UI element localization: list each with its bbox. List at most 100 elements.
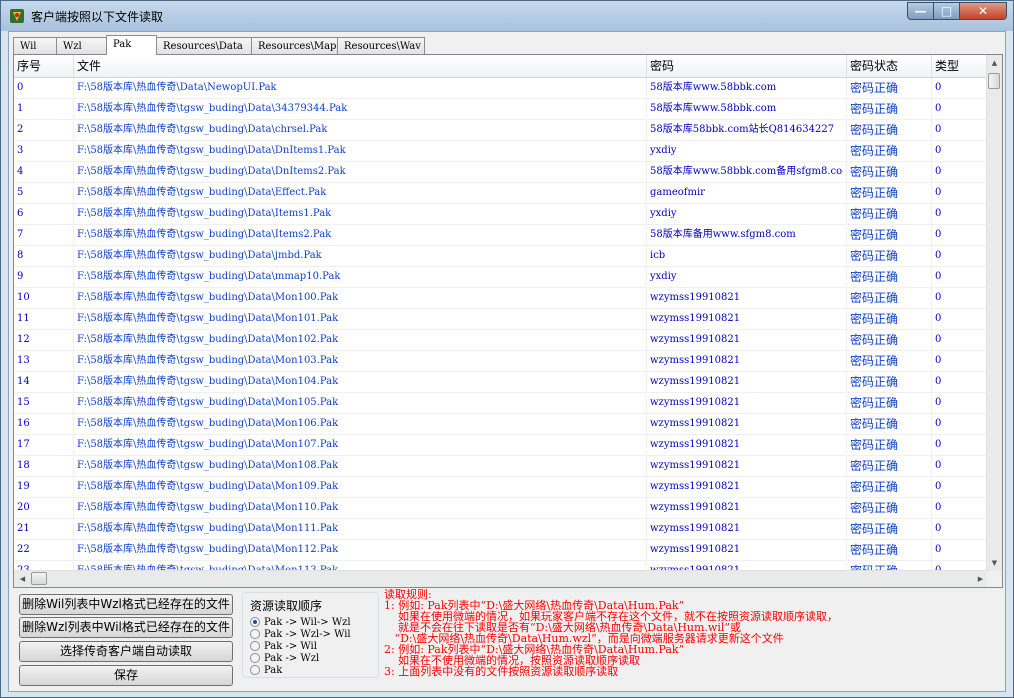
table-row[interactable]: 7 F:\58版本库\热血传奇\tgsw_buding\Data\Items2.P… bbox=[14, 225, 989, 246]
tab-resources-data[interactable]: Resources\Data bbox=[156, 37, 252, 54]
table-row[interactable]: 9 F:\58版本库\热血传奇\tgsw_buding\Data\mmap10.P… bbox=[14, 267, 989, 288]
table-row[interactable]: 17 F:\58版本库\热血传奇\tgsw_buding\Data\Mon107.… bbox=[14, 435, 989, 456]
cell-file: F:\58版本库\热血传奇\tgsw_buding\Data\Effect.Pa… bbox=[74, 183, 647, 203]
cell-type: 0 bbox=[932, 330, 989, 350]
table-row[interactable]: 14 F:\58版本库\热血传奇\tgsw_buding\Data\Mon104.… bbox=[14, 372, 989, 393]
table-row[interactable]: 8 F:\58版本库\热血传奇\tgsw_buding\Data\jmbd.Pak… bbox=[14, 246, 989, 267]
cell-index: 3 bbox=[14, 141, 74, 161]
cell-password: wzymss19910821 bbox=[647, 330, 847, 350]
header-password[interactable]: 密码 bbox=[647, 55, 847, 77]
cell-file: F:\58版本库\热血传奇\tgsw_buding\Data\Mon107.Pa… bbox=[74, 435, 647, 455]
table-row[interactable]: 16 F:\58版本库\热血传奇\tgsw_buding\Data\Mon106.… bbox=[14, 414, 989, 435]
header-file[interactable]: 文件 bbox=[74, 55, 647, 77]
cell-file: F:\58版本库\热血传奇\tgsw_buding\Data\Mon102.Pa… bbox=[74, 330, 647, 350]
tab-resources-map[interactable]: Resources\Map bbox=[251, 37, 338, 54]
cell-password-status: 密码正确 bbox=[847, 351, 932, 371]
cell-password-status: 密码正确 bbox=[847, 183, 932, 203]
vertical-scrollbar[interactable]: ▲ ▼ bbox=[986, 55, 1002, 572]
cell-password: wzymss19910821 bbox=[647, 519, 847, 539]
cell-type: 0 bbox=[932, 246, 989, 266]
cell-password-status: 密码正确 bbox=[847, 456, 932, 476]
table-row[interactable]: 1 F:\58版本库\热血传奇\tgsw_buding\Data\34379344… bbox=[14, 99, 989, 120]
minimize-button[interactable]: — bbox=[907, 2, 934, 20]
title-bar: 客户端按照以下文件读取 — □ ✕ bbox=[1, 1, 1013, 31]
table-row[interactable]: 0 F:\58版本库\热血传奇\Data\NewopUI.Pak 58版本库www.… bbox=[14, 78, 989, 99]
scroll-left-icon[interactable]: ◀ bbox=[14, 571, 31, 587]
cell-file: F:\58版本库\热血传奇\tgsw_buding\Data\34379344.… bbox=[74, 99, 647, 119]
cell-type: 0 bbox=[932, 225, 989, 245]
cell-type: 0 bbox=[932, 78, 989, 98]
table-row[interactable]: 2 F:\58版本库\热血传奇\tgsw_buding\Data\chrsel.P… bbox=[14, 120, 989, 141]
cell-index: 21 bbox=[14, 519, 74, 539]
radio-pak-wil[interactable]: Pak -> Wil bbox=[250, 640, 317, 652]
cell-password: 58版本库备用www.sfgm8.com bbox=[647, 225, 847, 245]
cell-type: 0 bbox=[932, 435, 989, 455]
cell-password: wzymss19910821 bbox=[647, 540, 847, 560]
cell-index: 12 bbox=[14, 330, 74, 350]
cell-type: 0 bbox=[932, 267, 989, 287]
table-row[interactable]: 4 F:\58版本库\热血传奇\tgsw_buding\Data\DnItems2… bbox=[14, 162, 989, 183]
radio-pak-wzl-wil[interactable]: Pak -> Wzl-> Wil bbox=[250, 628, 351, 640]
radio-label: Pak -> Wil-> Wzl bbox=[264, 616, 351, 628]
radio-empty-icon bbox=[250, 665, 260, 675]
table-row[interactable]: 12 F:\58版本库\热血传奇\tgsw_buding\Data\Mon102.… bbox=[14, 330, 989, 351]
maximize-button[interactable]: □ bbox=[933, 2, 960, 20]
header-index[interactable]: 序号 bbox=[14, 55, 74, 77]
cell-password-status: 密码正确 bbox=[847, 246, 932, 266]
scroll-up-icon[interactable]: ▲ bbox=[987, 55, 1002, 72]
file-list[interactable]: 序号 文件 密码 密码状态 类型 0 F:\58版本库\热血传奇\Data\New… bbox=[13, 54, 1003, 588]
horizontal-scrollbar[interactable]: ◀ ▶ bbox=[14, 570, 989, 587]
radio-selected-icon bbox=[250, 617, 260, 627]
table-row[interactable]: 20 F:\58版本库\热血传奇\tgsw_buding\Data\Mon110.… bbox=[14, 498, 989, 519]
cell-type: 0 bbox=[932, 372, 989, 392]
table-row[interactable]: 21 F:\58版本库\热血传奇\tgsw_buding\Data\Mon111.… bbox=[14, 519, 989, 540]
tab-wil[interactable]: Wil bbox=[13, 37, 57, 54]
table-row[interactable]: 3 F:\58版本库\热血传奇\tgsw_buding\Data\DnItems1… bbox=[14, 141, 989, 162]
table-row[interactable]: 11 F:\58版本库\热血传奇\tgsw_buding\Data\Mon101.… bbox=[14, 309, 989, 330]
table-row[interactable]: 15 F:\58版本库\热血传奇\tgsw_buding\Data\Mon105.… bbox=[14, 393, 989, 414]
cell-file: F:\58版本库\热血传奇\tgsw_buding\Data\DnItems2.… bbox=[74, 162, 647, 182]
cell-type: 0 bbox=[932, 540, 989, 560]
cell-password: 58版本库www.58bbk.com bbox=[647, 99, 847, 119]
radio-empty-icon bbox=[250, 629, 260, 639]
cell-index: 18 bbox=[14, 456, 74, 476]
cell-password-status: 密码正确 bbox=[847, 141, 932, 161]
cell-password: 58版本库58bbk.com站长Q814634227 bbox=[647, 120, 847, 140]
table-row[interactable]: 5 F:\58版本库\热血传奇\tgsw_buding\Data\Effect.P… bbox=[14, 183, 989, 204]
save-button[interactable]: 保存 bbox=[19, 665, 233, 686]
table-row[interactable]: 19 F:\58版本库\热血传奇\tgsw_buding\Data\Mon109.… bbox=[14, 477, 989, 498]
radio-pak-wzl[interactable]: Pak -> Wzl bbox=[250, 652, 319, 664]
radio-pak[interactable]: Pak bbox=[250, 664, 282, 676]
header-password-status[interactable]: 密码状态 bbox=[847, 55, 932, 77]
radio-pak-wil-wzl[interactable]: Pak -> Wil-> Wzl bbox=[250, 616, 351, 628]
cell-password-status: 密码正确 bbox=[847, 477, 932, 497]
header-type[interactable]: 类型 bbox=[932, 55, 989, 77]
window-title: 客户端按照以下文件读取 bbox=[31, 10, 164, 24]
cell-file: F:\58版本库\热血传奇\tgsw_buding\Data\Mon101.Pa… bbox=[74, 309, 647, 329]
table-row[interactable]: 22 F:\58版本库\热血传奇\tgsw_buding\Data\Mon112.… bbox=[14, 540, 989, 561]
close-button[interactable]: ✕ bbox=[959, 2, 1007, 20]
scroll-down-icon[interactable]: ▼ bbox=[987, 555, 1002, 572]
table-row[interactable]: 13 F:\58版本库\热血传奇\tgsw_buding\Data\Mon103.… bbox=[14, 351, 989, 372]
tab-pak[interactable]: Pak bbox=[106, 35, 157, 55]
cell-file: F:\58版本库\热血传奇\tgsw_buding\Data\chrsel.Pa… bbox=[74, 120, 647, 140]
cell-file: F:\58版本库\热血传奇\tgsw_buding\Data\Mon100.Pa… bbox=[74, 288, 647, 308]
cell-type: 0 bbox=[932, 351, 989, 371]
vertical-scroll-thumb[interactable] bbox=[988, 73, 1000, 89]
client-area: Wil Wzl Pak Resources\Data Resources\Map… bbox=[8, 31, 1006, 692]
select-client-button[interactable]: 选择传奇客户端自动读取 bbox=[19, 641, 233, 662]
delete-wzl-duplicates-button[interactable]: 删除Wzl列表中Wil格式已经存在的文件 bbox=[19, 617, 233, 638]
tab-resources-wav[interactable]: Resources\Wav bbox=[337, 37, 425, 54]
table-row[interactable]: 18 F:\58版本库\热血传奇\tgsw_buding\Data\Mon108.… bbox=[14, 456, 989, 477]
radio-label: Pak -> Wil bbox=[264, 640, 317, 652]
horizontal-scroll-thumb[interactable] bbox=[31, 572, 47, 585]
cell-password-status: 密码正确 bbox=[847, 540, 932, 560]
delete-wil-duplicates-button[interactable]: 删除Wil列表中Wzl格式已经存在的文件 bbox=[19, 594, 233, 615]
cell-password-status: 密码正确 bbox=[847, 162, 932, 182]
table-row[interactable]: 10 F:\58版本库\热血传奇\tgsw_buding\Data\Mon100.… bbox=[14, 288, 989, 309]
cell-index: 0 bbox=[14, 78, 74, 98]
cell-file: F:\58版本库\热血传奇\tgsw_buding\Data\Mon105.Pa… bbox=[74, 393, 647, 413]
tab-wzl[interactable]: Wzl bbox=[56, 37, 107, 54]
cell-index: 8 bbox=[14, 246, 74, 266]
table-row[interactable]: 6 F:\58版本库\热血传奇\tgsw_buding\Data\Items1.P… bbox=[14, 204, 989, 225]
